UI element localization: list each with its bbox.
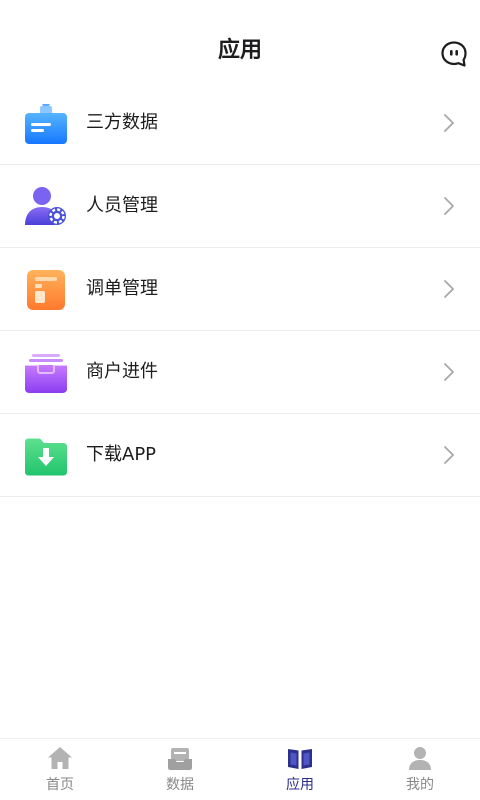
download-icon [24, 434, 68, 478]
home-icon [47, 745, 73, 771]
tab-profile[interactable]: 我的 [360, 739, 480, 800]
data-folder-icon [24, 102, 68, 146]
list-item-third-party-data[interactable]: 三方数据 [0, 82, 480, 165]
list-item-label: 下载APP [86, 444, 157, 465]
tab-label: 首页 [46, 777, 74, 793]
chevron-right-icon [442, 361, 456, 383]
tab-label: 我的 [406, 777, 434, 793]
tab-label: 数据 [166, 777, 194, 793]
list-item-label: 人员管理 [86, 195, 158, 216]
message-icon[interactable] [440, 40, 468, 68]
merchant-box-icon [24, 351, 68, 395]
app-list: 三方数据 人员管理 调单管理 商户进件 下载APP [0, 82, 480, 497]
chevron-right-icon [442, 278, 456, 300]
user-settings-icon [24, 185, 68, 229]
list-item-label: 三方数据 [86, 112, 158, 133]
list-item-staff-management[interactable]: 人员管理 [0, 165, 480, 248]
chevron-right-icon [442, 195, 456, 217]
list-item-label: 商户进件 [86, 361, 158, 382]
bottom-tab-bar: 首页 数据 应用 我的 [0, 738, 480, 800]
list-item-merchant-onboarding[interactable]: 商户进件 [0, 331, 480, 414]
order-doc-icon [24, 268, 68, 312]
apps-book-icon [287, 745, 313, 771]
chevron-right-icon [442, 444, 456, 466]
header: 应用 [0, 0, 480, 88]
profile-icon [407, 745, 433, 771]
tab-home[interactable]: 首页 [0, 739, 120, 800]
list-item-order-management[interactable]: 调单管理 [0, 248, 480, 331]
page-title: 应用 [217, 38, 262, 63]
app-screen: 应用 三方数据 人员管理 调单管理 商户进件 下载APP 首页 数据 应用 我的 [0, 0, 480, 800]
chevron-right-icon [442, 112, 456, 134]
list-item-label: 调单管理 [86, 278, 158, 299]
tab-label: 应用 [286, 777, 314, 793]
data-icon [167, 745, 193, 771]
tab-apps[interactable]: 应用 [240, 739, 360, 800]
list-item-download-app[interactable]: 下载APP [0, 414, 480, 497]
tab-data[interactable]: 数据 [120, 739, 240, 800]
